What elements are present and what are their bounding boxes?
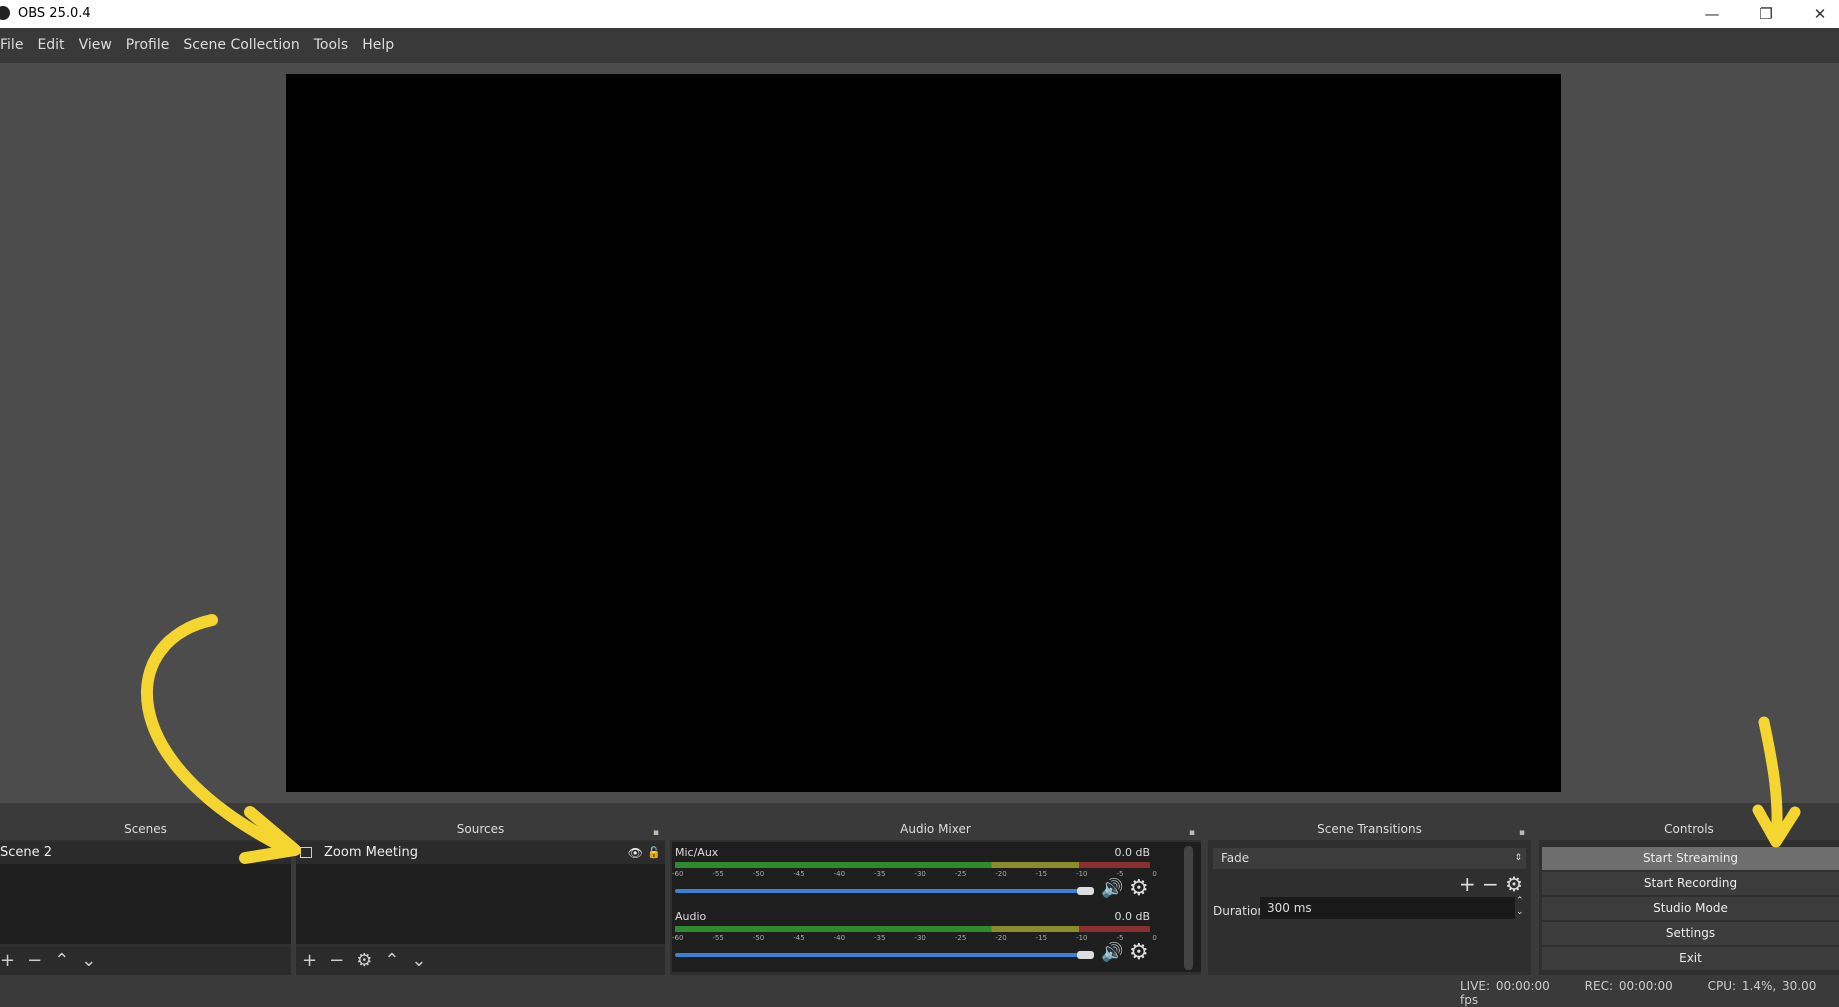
arrow-to-sources-annotation bbox=[141, 614, 291, 854]
annotation-arrows bbox=[141, 614, 1801, 864]
